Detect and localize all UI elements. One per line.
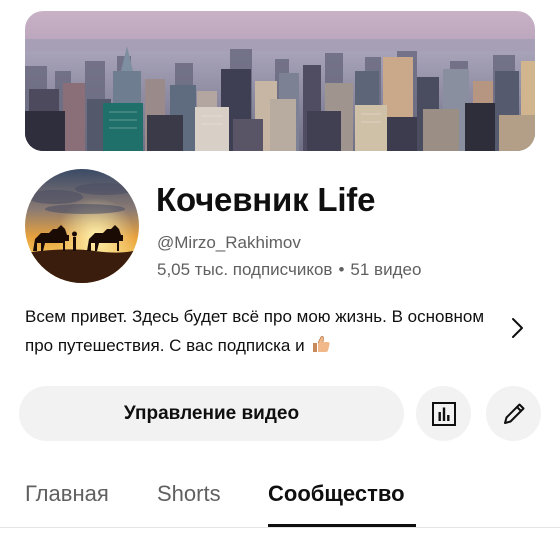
pencil-icon xyxy=(503,403,524,424)
channel-page: Кочевник Life @Mirzo_Rakhimov 5,05 тыс. … xyxy=(0,0,560,560)
channel-name: Кочевник Life xyxy=(156,181,376,218)
tab-shorts[interactable]: Shorts xyxy=(157,479,221,509)
subscriber-count: 5,05 тыс. подписчиков xyxy=(157,260,333,279)
channel-stats: 5,05 тыс. подписчиков • 51 видео xyxy=(157,259,421,281)
tabs-divider xyxy=(0,527,560,528)
description-text: Всем привет. Здесь будет всё про мою жиз… xyxy=(25,307,485,355)
channel-banner xyxy=(25,11,535,151)
channel-avatar[interactable] xyxy=(25,169,139,283)
camels-sunset-avatar-icon xyxy=(25,169,139,283)
stats-separator: • xyxy=(338,260,345,279)
analytics-icon xyxy=(431,401,456,426)
city-skyline-banner-icon xyxy=(25,11,535,151)
manage-videos-button[interactable]: Управление видео xyxy=(19,386,404,441)
analytics-button[interactable] xyxy=(416,386,471,441)
channel-tabs: Главная Shorts Сообщество xyxy=(0,470,560,530)
tab-community[interactable]: Сообщество xyxy=(268,479,405,509)
channel-description[interactable]: Всем привет. Здесь будет всё про мою жиз… xyxy=(25,302,495,360)
tab-home[interactable]: Главная xyxy=(25,479,109,509)
chevron-right-icon[interactable] xyxy=(506,315,528,341)
thumbs-up-emoji-icon xyxy=(311,334,331,354)
edit-channel-button[interactable] xyxy=(486,386,541,441)
channel-handle: @Mirzo_Rakhimov xyxy=(157,233,301,252)
video-count: 51 видео xyxy=(350,260,422,279)
